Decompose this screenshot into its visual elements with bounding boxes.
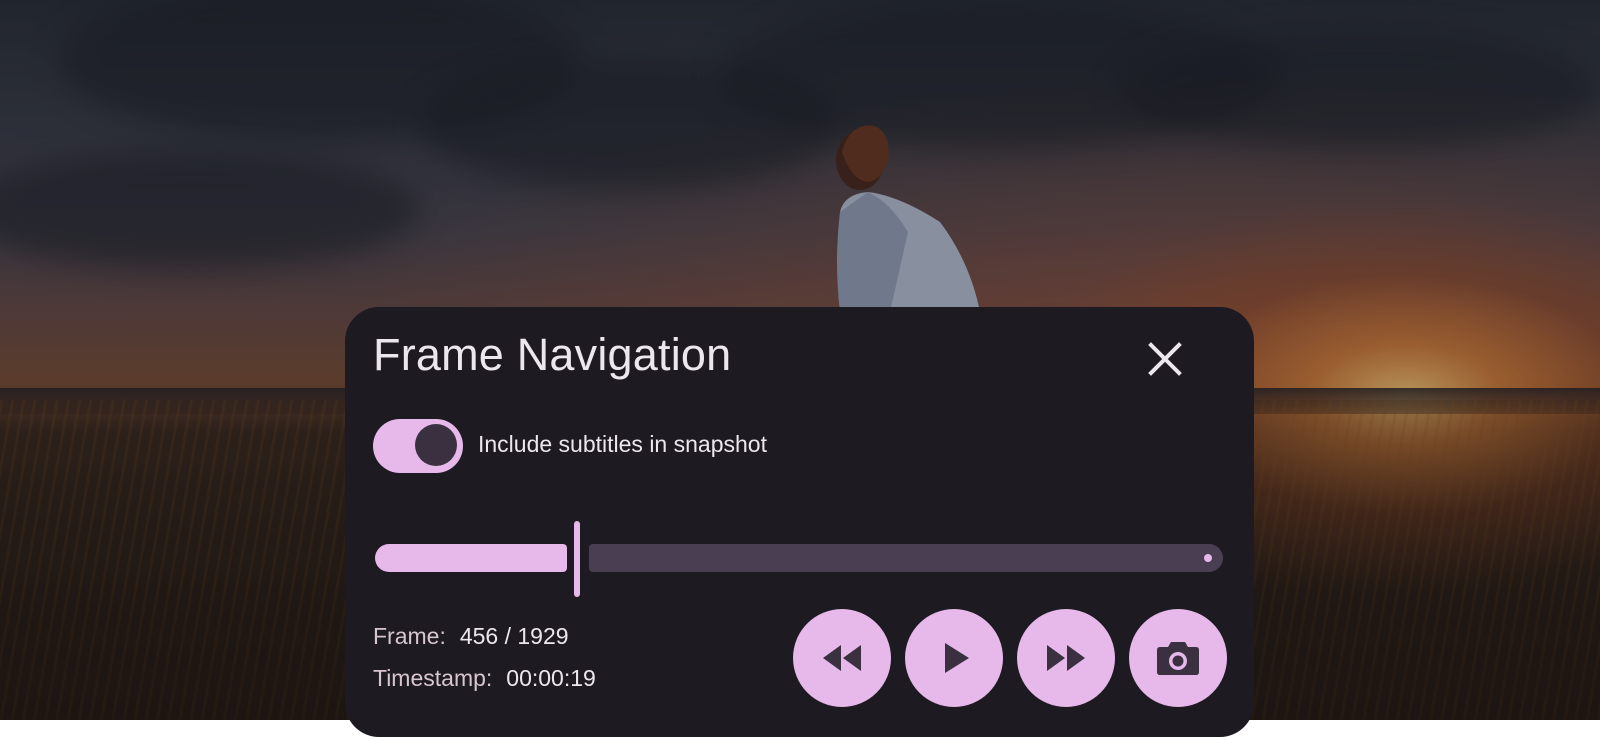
fast-forward-icon <box>1047 645 1085 671</box>
frame-slider[interactable] <box>375 513 1223 597</box>
snapshot-button[interactable] <box>1129 609 1227 707</box>
camera-icon <box>1157 642 1199 675</box>
timestamp-label: Timestamp: <box>373 665 493 691</box>
slider-end-stop <box>1204 554 1212 562</box>
timestamp-info-row: Timestamp: 00:00:19 <box>373 665 596 692</box>
frame-navigation-dialog: Frame Navigation Include subtitles in sn… <box>345 307 1254 737</box>
frame-value: 456 / 1929 <box>459 623 569 649</box>
play-icon <box>945 643 969 673</box>
subtitles-toggle[interactable] <box>373 419 463 473</box>
frame-label: Frame: <box>373 623 446 649</box>
slider-active-track <box>375 544 567 572</box>
slider-handle[interactable] <box>574 521 580 597</box>
frame-info-row: Frame: 456 / 1929 <box>373 623 569 650</box>
subtitles-toggle-label: Include subtitles in snapshot <box>478 431 767 457</box>
dialog-title: Frame Navigation <box>373 329 732 380</box>
close-button[interactable] <box>1145 339 1185 379</box>
toggle-knob <box>415 424 457 466</box>
fast-forward-button[interactable] <box>1017 609 1115 707</box>
rewind-button[interactable] <box>793 609 891 707</box>
slider-inactive-track <box>589 544 1223 572</box>
play-button[interactable] <box>905 609 1003 707</box>
rewind-icon <box>823 645 861 671</box>
close-icon <box>1148 342 1182 376</box>
timestamp-value: 00:00:19 <box>506 665 596 691</box>
